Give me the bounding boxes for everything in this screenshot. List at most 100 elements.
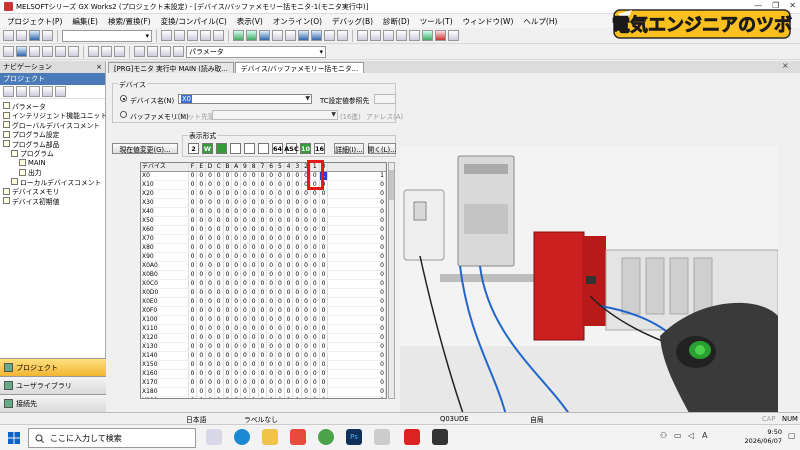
device-list-icon[interactable]: [68, 46, 79, 57]
bit-cell[interactable]: 0: [232, 298, 242, 306]
bit-cell[interactable]: 0: [276, 325, 285, 333]
bit-cell[interactable]: 0: [250, 208, 259, 216]
bit-cell[interactable]: 0: [206, 307, 215, 315]
bit-cell[interactable]: 0: [293, 289, 303, 297]
bit-cell[interactable]: 0: [293, 298, 303, 306]
simulation-icon[interactable]: [422, 30, 433, 41]
bit-cell[interactable]: 0: [241, 298, 250, 306]
table-row[interactable]: X90 0 0 0 0 0 0 0 0 0 0 0 0 0 0 0 0 0: [141, 253, 386, 262]
table-row[interactable]: X160 0 0 0 0 0 0 0 0 0 0 0 0 0 0 0 0 0: [141, 370, 386, 379]
bit-cell[interactable]: 0: [241, 262, 250, 270]
bit-cell[interactable]: 0: [276, 208, 285, 216]
menu-item[interactable]: ウィンドウ(W): [458, 16, 519, 27]
bit-cell[interactable]: 0: [293, 316, 303, 324]
bit-cell[interactable]: 0: [241, 235, 250, 243]
bit-cell[interactable]: 0: [215, 280, 224, 288]
tree-item[interactable]: ローカルデバイスコメント: [0, 177, 105, 187]
bit-cell[interactable]: 0: [250, 289, 259, 297]
table-row[interactable]: X0F0 0 0 0 0 0 0 0 0 0 0 0 0 0 0 0 0 0: [141, 307, 386, 316]
bit-cell[interactable]: 0: [267, 388, 276, 396]
bit-cell[interactable]: 0: [276, 181, 285, 189]
table-row[interactable]: X30 0 0 0 0 0 0 0 0 0 0 0 0 0 0 0 0 0: [141, 199, 386, 208]
bit-cell[interactable]: 0: [267, 244, 276, 252]
table-scrollbar[interactable]: [388, 162, 395, 399]
bit-cell[interactable]: 0: [259, 307, 268, 315]
bit-cell[interactable]: 0: [224, 208, 233, 216]
bit-cell[interactable]: 0: [250, 262, 259, 270]
bit-cell[interactable]: 0: [197, 181, 207, 189]
display-format-button[interactable]: 16: [314, 143, 325, 154]
bit-cell[interactable]: 0: [224, 172, 233, 180]
statement-icon[interactable]: [101, 46, 112, 57]
bit-cell[interactable]: 0: [302, 271, 311, 279]
edge-browser-icon[interactable]: [234, 429, 250, 445]
bit-cell[interactable]: 0: [320, 235, 329, 243]
bit-cell[interactable]: 0: [259, 397, 268, 398]
bit-cell[interactable]: 0: [250, 352, 259, 360]
bit-cell[interactable]: 0: [302, 199, 311, 207]
bit-cell[interactable]: 0: [197, 334, 207, 342]
bit-cell[interactable]: 0: [276, 262, 285, 270]
bit-cell[interactable]: 0: [285, 307, 294, 315]
bit-cell[interactable]: 0: [311, 325, 320, 333]
bit-cell[interactable]: 0: [259, 370, 268, 378]
bit-cell[interactable]: 0: [267, 298, 276, 306]
bit-cell[interactable]: 0: [241, 379, 250, 387]
bit-cell[interactable]: 0: [189, 289, 198, 297]
bit-cell[interactable]: 0: [189, 397, 198, 398]
bit-cell[interactable]: 0: [320, 244, 329, 252]
tree-filter-icon[interactable]: [42, 86, 53, 97]
bit-cell[interactable]: 0: [267, 262, 276, 270]
bit-cell[interactable]: 0: [250, 217, 259, 225]
bit-cell[interactable]: 0: [320, 370, 329, 378]
bit-cell[interactable]: 0: [206, 379, 215, 387]
comment-icon[interactable]: [88, 46, 99, 57]
bit-cell[interactable]: 0: [285, 217, 294, 225]
bit-cell[interactable]: 0: [311, 316, 320, 324]
bit-cell[interactable]: 0: [285, 262, 294, 270]
bit-cell[interactable]: 0: [320, 280, 329, 288]
bit-cell[interactable]: 0: [206, 352, 215, 360]
bit-cell[interactable]: 0: [215, 271, 224, 279]
bit-cell[interactable]: 0: [285, 226, 294, 234]
bit-cell[interactable]: 0: [302, 298, 311, 306]
bit-cell[interactable]: 0: [224, 316, 233, 324]
bit-cell[interactable]: 0: [259, 253, 268, 261]
bit-cell[interactable]: 0: [224, 289, 233, 297]
bit-cell[interactable]: 0: [189, 334, 198, 342]
save-project-icon[interactable]: [29, 30, 40, 41]
bit-cell[interactable]: 0: [302, 289, 311, 297]
bit-cell[interactable]: 0: [232, 379, 242, 387]
bit-cell[interactable]: 0: [293, 262, 303, 270]
bit-cell[interactable]: 0: [293, 397, 303, 398]
search-icon[interactable]: [134, 46, 145, 57]
bit-cell[interactable]: 0: [250, 199, 259, 207]
new-project-icon[interactable]: [3, 30, 14, 41]
bit-cell[interactable]: 0: [293, 226, 303, 234]
bit-cell[interactable]: 0: [224, 298, 233, 306]
bit-cell[interactable]: 0: [285, 244, 294, 252]
bit-cell[interactable]: 0: [241, 316, 250, 324]
tree-item[interactable]: 出力: [0, 168, 105, 177]
bit-cell[interactable]: 0: [293, 181, 303, 189]
bit-cell[interactable]: 0: [250, 298, 259, 306]
bit-cell[interactable]: 0: [311, 199, 320, 207]
bit-cell[interactable]: 0: [302, 379, 311, 387]
bit-cell[interactable]: 0: [259, 379, 268, 387]
bit-cell[interactable]: 0: [320, 325, 329, 333]
redo-icon[interactable]: [213, 30, 224, 41]
table-row[interactable]: X170 0 0 0 0 0 0 0 0 0 0 0 0 0 0 0 0 0: [141, 379, 386, 388]
bit-cell[interactable]: 0: [232, 352, 242, 360]
bit-cell[interactable]: 0: [267, 199, 276, 207]
bit-cell[interactable]: 0: [259, 388, 268, 396]
bit-cell[interactable]: 0: [285, 181, 294, 189]
bit-cell[interactable]: 0: [197, 361, 207, 369]
bit-cell[interactable]: 0: [206, 280, 215, 288]
device-monitor-icon[interactable]: [298, 30, 309, 41]
bit-cell[interactable]: 0: [267, 280, 276, 288]
bit-cell[interactable]: 0: [259, 226, 268, 234]
bit-cell[interactable]: 0: [189, 190, 198, 198]
bit-cell[interactable]: 0: [250, 379, 259, 387]
compile-icon[interactable]: [324, 30, 335, 41]
bit-cell[interactable]: 0: [215, 244, 224, 252]
